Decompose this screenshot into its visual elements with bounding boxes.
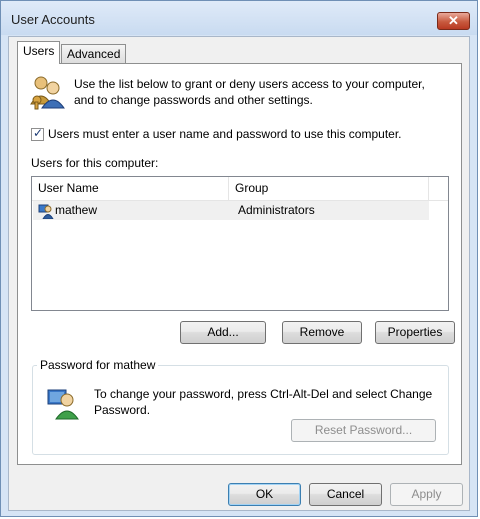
properties-button[interactable]: Properties xyxy=(375,321,455,344)
close-button[interactable]: ✕ xyxy=(437,12,470,30)
tab-advanced[interactable]: Advanced xyxy=(61,44,127,64)
group-cell: Administrators xyxy=(238,203,315,217)
intro-text: Use the list below to grant or deny user… xyxy=(74,77,425,107)
users-list-caption: Users for this computer: xyxy=(31,156,159,170)
table-row[interactable]: mathew Administrators xyxy=(33,201,429,220)
users-tab-panel: Use the list below to grant or deny user… xyxy=(17,63,462,465)
cancel-button[interactable]: Cancel xyxy=(309,483,382,506)
column-header-user-name[interactable]: User Name xyxy=(32,177,229,200)
password-group-title: Password for mathew xyxy=(37,358,159,372)
dialog-client-area: Users Advanced Use the list below to gra… xyxy=(8,36,470,511)
list-header: User Name Group xyxy=(32,177,448,201)
tab-advanced-label: Advanced xyxy=(67,47,121,61)
remove-button[interactable]: Remove xyxy=(282,321,362,344)
users-icon xyxy=(30,76,65,110)
user-icon xyxy=(38,204,54,219)
tab-users-label: Users xyxy=(23,44,55,58)
column-header-group[interactable]: Group xyxy=(229,177,429,200)
checkmark-icon: ✓ xyxy=(33,125,44,140)
window-title: User Accounts xyxy=(11,12,95,27)
apply-button[interactable]: Apply xyxy=(390,483,463,506)
ok-button[interactable]: OK xyxy=(228,483,301,506)
require-login-row[interactable]: ✓ Users must enter a user name and passw… xyxy=(31,125,402,141)
add-button[interactable]: Add... xyxy=(180,321,266,344)
reset-password-button[interactable]: Reset Password... xyxy=(291,419,436,442)
close-icon: ✕ xyxy=(448,13,459,28)
require-login-label[interactable]: Users must enter a user name and passwor… xyxy=(48,127,402,141)
tab-users[interactable]: Users xyxy=(17,41,61,64)
password-instructions: To change your password, press Ctrl-Alt-… xyxy=(94,387,433,417)
password-groupbox: Password for mathew To change your passw… xyxy=(32,358,449,455)
user-name-cell: mathew xyxy=(55,203,98,217)
users-list[interactable]: User Name Group mathew Administrators xyxy=(31,176,449,311)
require-login-checkbox[interactable]: ✓ xyxy=(31,125,44,141)
title-bar[interactable]: User Accounts ✕ xyxy=(1,1,477,35)
user-accounts-window: User Accounts ✕ Users Advanced Use the l… xyxy=(0,0,478,517)
password-user-icon xyxy=(47,389,79,420)
